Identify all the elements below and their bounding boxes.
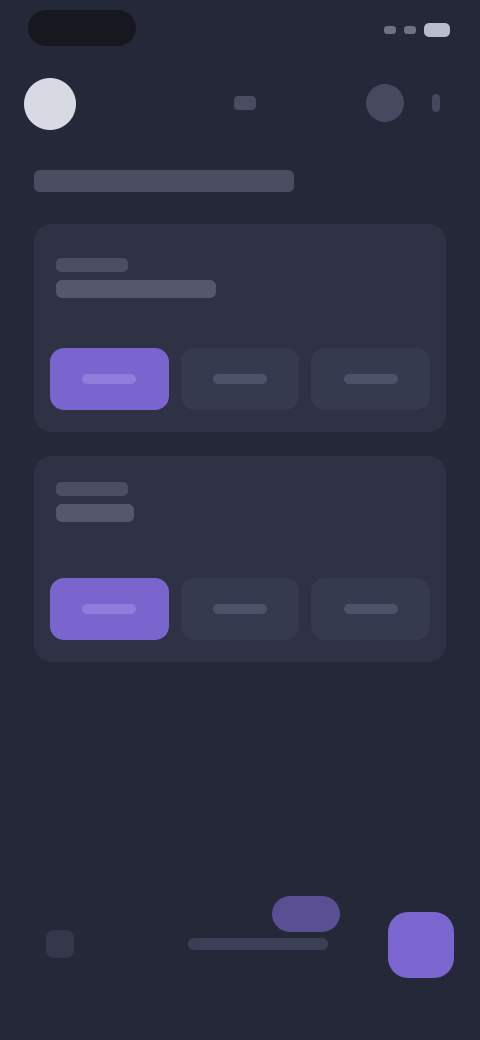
bottom-caption <box>188 938 328 950</box>
segment-option-2[interactable] <box>180 348 300 410</box>
status-bar <box>0 0 480 60</box>
segment-option-3[interactable] <box>311 578 431 640</box>
wifi-icon <box>404 26 416 34</box>
battery-icon <box>424 23 450 37</box>
more-icon[interactable] <box>432 94 440 112</box>
action-icon[interactable] <box>366 84 404 122</box>
segment-label <box>343 604 398 614</box>
segment-label <box>213 374 267 384</box>
segment-option-2[interactable] <box>180 578 300 640</box>
avatar[interactable] <box>24 78 76 130</box>
chat-bubble-icon[interactable] <box>272 896 340 932</box>
segment-label <box>343 374 398 384</box>
status-time-pill <box>28 10 136 46</box>
segmented-control <box>50 578 431 640</box>
segmented-control <box>50 348 431 410</box>
card-label <box>56 482 128 496</box>
segment-label <box>82 604 137 614</box>
top-bar <box>0 72 480 136</box>
segment-label <box>213 604 267 614</box>
signal-icon <box>384 26 396 34</box>
status-icons <box>350 22 450 38</box>
section-title <box>34 170 294 192</box>
segment-label <box>82 374 137 384</box>
card-label <box>56 258 128 272</box>
card-value <box>56 280 216 298</box>
center-icon[interactable] <box>234 96 256 110</box>
segment-option-1[interactable] <box>50 578 169 640</box>
segment-option-1[interactable] <box>50 348 169 410</box>
card-value <box>56 504 134 522</box>
segment-option-3[interactable] <box>311 348 431 410</box>
settings-card-2 <box>34 456 446 662</box>
left-icon[interactable] <box>46 930 74 958</box>
app-screen <box>0 0 480 1040</box>
fab-icon[interactable] <box>388 912 454 978</box>
settings-card-1 <box>34 224 446 432</box>
